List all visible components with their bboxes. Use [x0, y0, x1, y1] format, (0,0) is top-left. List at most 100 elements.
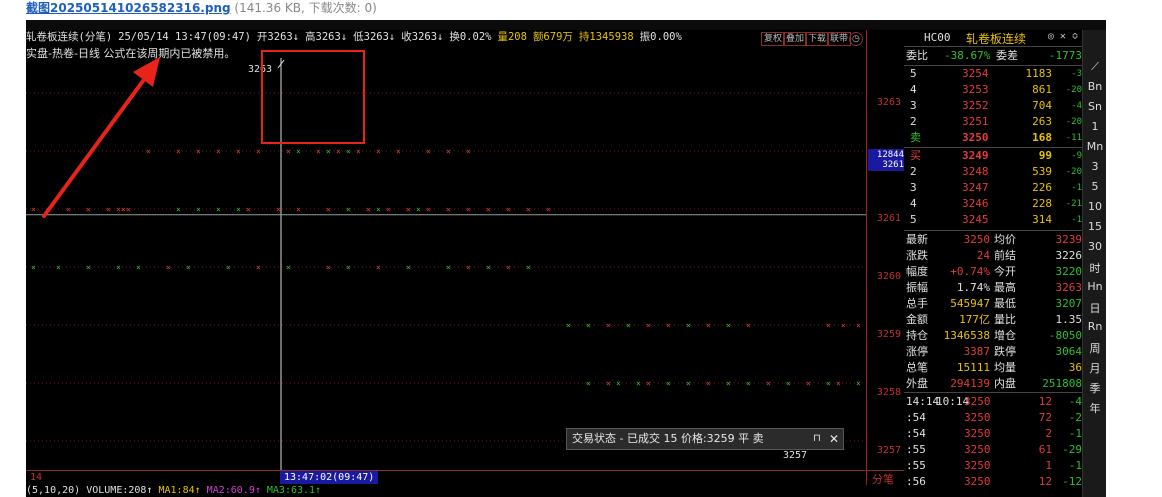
buy-level-row[interactable]: 买 3249 99 -9: [904, 148, 1082, 164]
volume-value: VOLUME:208↑: [86, 485, 153, 496]
tick-point: ×: [256, 263, 261, 272]
period-button[interactable]: 1: [1083, 120, 1106, 133]
stat-row[interactable]: 持仓 1346538 增仓 -8050: [904, 328, 1082, 344]
file-name-link[interactable]: 截图20250514102658231​6.png: [26, 1, 231, 15]
tick-point: ×: [826, 321, 831, 330]
stat-label: 前结: [994, 249, 1016, 262]
y-tick-label: 3259: [876, 329, 901, 340]
tick-point: ×: [446, 263, 451, 272]
bid-price: 3248: [962, 165, 989, 178]
trade-status-dialog[interactable]: 交易状态 - 已成交 15 价格:3259 平 卖 ⊓ ✕: [566, 428, 844, 450]
sell-level-row[interactable]: 卖 3250 168 -11: [904, 130, 1082, 146]
close-icon[interactable]: ✕: [829, 429, 839, 449]
tick-qty: 61: [1038, 443, 1052, 456]
tick-row[interactable]: :55 3250 1 -1: [904, 458, 1082, 474]
period-button[interactable]: 周: [1083, 340, 1106, 356]
stat-row[interactable]: 幅度 +0.74% 今开 3220: [904, 264, 1082, 280]
buy-level-row[interactable]: 5 3245 314 -1: [904, 212, 1082, 228]
sell-level-row[interactable]: 3 3252 704 -4: [904, 98, 1082, 114]
tick-point: ×: [346, 147, 351, 156]
tick-point: ×: [66, 205, 71, 214]
stat-value: 3239: [1055, 233, 1083, 246]
pin-icon[interactable]: ⊓: [813, 429, 821, 449]
tick-chart[interactable]: 32633257× × × × × × × × × × × × × × ×× × ×× × × × × × × × × × × × × ×…: [26, 20, 866, 470]
ask-change: -20: [1065, 85, 1082, 95]
tick-point: ×: [856, 379, 861, 388]
stat-row[interactable]: 涨停 3387 跌停 3064: [904, 344, 1082, 360]
buy-level-row[interactable]: 2 3248 539 -20: [904, 164, 1082, 180]
buy-level-row[interactable]: 4 3246 228 -21: [904, 196, 1082, 212]
period-button[interactable]: 30: [1083, 240, 1106, 253]
period-button[interactable]: Sn: [1083, 100, 1106, 113]
stat-row[interactable]: 最新 3250 均价 3239: [904, 232, 1082, 248]
tick-point: ×: [646, 379, 651, 388]
stat-value: 294139: [950, 377, 990, 390]
stat-row[interactable]: 振幅 1.74% 最高 3263: [904, 280, 1082, 296]
level-label: 5: [910, 213, 917, 226]
tick-point: ×: [806, 379, 811, 388]
crosshair-time-tag: 13:47:02(09:47): [280, 471, 379, 484]
stat-row[interactable]: 涨跌 24 前结 3226: [904, 248, 1082, 264]
tick-row[interactable]: :54 3250 72 -2: [904, 410, 1082, 426]
period-button[interactable]: 时: [1083, 260, 1106, 276]
level-label: 5: [910, 67, 917, 80]
stat-label: 最高: [994, 281, 1016, 294]
tick-change: -2: [1068, 411, 1082, 424]
stat-row[interactable]: 总笔 15111 均量 36: [904, 360, 1082, 376]
tick-row[interactable]: 14:14 10:14 3250 12 -4: [904, 394, 1082, 410]
period-button[interactable]: Hn: [1083, 280, 1106, 293]
panel-controls-icon[interactable]: ◎ ✕ ≎: [1048, 31, 1078, 42]
tick-point: ×: [786, 379, 791, 388]
stat-row[interactable]: 总手 545947 最低 3207: [904, 296, 1082, 312]
tick-point: ×: [606, 321, 611, 330]
period-button[interactable]: 10: [1083, 200, 1106, 213]
tick-time: :55: [906, 459, 926, 472]
tick-point: ×: [526, 263, 531, 272]
period-button[interactable]: Bn: [1083, 80, 1106, 93]
stat-row[interactable]: 外盘 294139 内盘 251808: [904, 376, 1082, 392]
sell-level-row[interactable]: 4 3253 861 -20: [904, 82, 1082, 98]
tick-row[interactable]: :55 3250 61 -29: [904, 442, 1082, 458]
tick-point: ×: [236, 147, 241, 156]
tick-point: ×: [746, 321, 751, 330]
period-button[interactable]: 5: [1083, 180, 1106, 193]
stat-label: 均价: [994, 233, 1016, 246]
tick-point: ×: [116, 263, 121, 272]
tick-row[interactable]: :54 3250 2 -1: [904, 426, 1082, 442]
tick-row[interactable]: :56 3250 12 -12: [904, 474, 1082, 490]
tick-price: 3250: [964, 459, 991, 472]
tick-point: ×: [586, 379, 591, 388]
tick-point: ×: [426, 147, 431, 156]
bid-qty: 228: [1032, 197, 1052, 210]
period-button[interactable]: 日: [1083, 300, 1106, 316]
tick-point: ×: [406, 205, 411, 214]
tick-point: ×: [176, 147, 181, 156]
period-button[interactable]: 3: [1083, 160, 1106, 173]
period-button[interactable]: 月: [1083, 360, 1106, 376]
ask-change: -4: [1071, 101, 1082, 111]
line-chart-icon[interactable]: ⟋: [1083, 60, 1106, 74]
tick-point: ×: [836, 379, 841, 388]
period-button[interactable]: 季: [1083, 380, 1106, 396]
time-axis-left-label: 14: [30, 472, 43, 483]
buy-level-row[interactable]: 3 3247 226 -1: [904, 180, 1082, 196]
tick-point: ×: [196, 147, 201, 156]
tick-point: ×: [336, 147, 341, 156]
level-label: 3: [910, 99, 917, 112]
sell-level-row[interactable]: 5 3254 1183 -3: [904, 66, 1082, 82]
tick-mode-label[interactable]: 分笔: [872, 471, 894, 487]
period-button[interactable]: Rn: [1083, 320, 1106, 333]
period-button[interactable]: Mn: [1083, 140, 1106, 153]
tick-point: ×: [726, 321, 731, 330]
tick-point: ×: [706, 379, 711, 388]
tick-point: ×: [31, 263, 36, 272]
ask-qty: 168: [1032, 131, 1052, 144]
stat-row[interactable]: 金额 177亿 量比 1.35: [904, 312, 1082, 328]
period-button[interactable]: 年: [1083, 400, 1106, 416]
tick-time: :55: [906, 443, 926, 456]
bid-qty: 226: [1032, 181, 1052, 194]
ask-price: 3254: [962, 67, 989, 80]
sell-level-row[interactable]: 2 3251 263 -20: [904, 114, 1082, 130]
tick-qty: 12: [1038, 475, 1052, 488]
period-button[interactable]: 15: [1083, 220, 1106, 233]
